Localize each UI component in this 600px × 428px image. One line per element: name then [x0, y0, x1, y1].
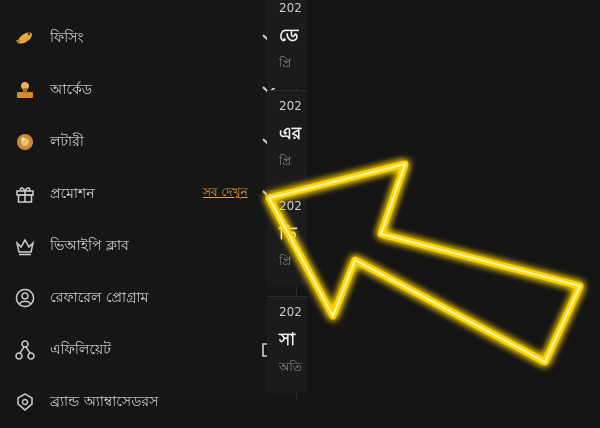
- card-title: ডে: [279, 26, 299, 46]
- card-date: 202: [279, 99, 302, 113]
- sidebar-item-brand-ambassadors[interactable]: ব্র্যান্ড অ্যাম্বাসেডরস: [0, 376, 296, 428]
- sidebar: ফিসিং আর্কেড লটারী প্রমোশন সব দেখুন ভিআই…: [0, 0, 297, 411]
- lottery-ball-icon: [14, 131, 36, 153]
- sidebar-item-referral[interactable]: রেফারেল প্রোগ্রাম: [0, 272, 296, 324]
- news-card[interactable]: 202 সা অতি: [267, 296, 307, 393]
- affiliate-icon: [14, 339, 36, 361]
- sidebar-item-label: রেফারেল প্রোগ্রাম: [50, 290, 149, 306]
- card-subtitle: অতি: [279, 360, 302, 374]
- sidebar-item-label: ফিসিং: [50, 30, 84, 46]
- fish-icon: [14, 27, 36, 49]
- crown-icon: [14, 235, 36, 257]
- card-subtitle: প্রি: [279, 254, 292, 268]
- arcade-icon: [14, 79, 36, 101]
- sidebar-item-label: এফিলিয়েট: [50, 342, 111, 358]
- card-date: 202: [279, 199, 302, 213]
- referral-icon: [14, 287, 36, 309]
- sidebar-item-label: লটারী: [50, 134, 84, 150]
- sidebar-item-label: আর্কেড: [50, 82, 93, 98]
- news-card[interactable]: 202 এর প্রি: [267, 90, 307, 187]
- sidebar-item-label: ভিআইপি ক্লাব: [50, 238, 129, 254]
- card-title: সা: [279, 330, 296, 350]
- see-all-link[interactable]: সব দেখুন: [203, 184, 248, 204]
- news-card[interactable]: 202 ভি প্রি: [267, 190, 307, 287]
- card-date: 202: [279, 1, 302, 15]
- sidebar-item-vip-club[interactable]: ভিআইপি ক্লাব: [0, 220, 296, 272]
- ambassador-icon: [14, 391, 36, 413]
- sidebar-item-lottery[interactable]: লটারী: [0, 116, 296, 168]
- main-content: [297, 0, 600, 400]
- card-subtitle: প্রি: [279, 154, 292, 168]
- news-card[interactable]: 202 ডে প্রি: [267, 0, 307, 88]
- sidebar-item-fishing[interactable]: ফিসিং: [0, 12, 296, 64]
- sidebar-item-affiliate[interactable]: এফিলিয়েট: [0, 324, 296, 376]
- card-title: এর: [279, 124, 302, 144]
- card-date: 202: [279, 305, 302, 319]
- gift-icon: [14, 183, 36, 205]
- sidebar-item-label: ব্র্যান্ড অ্যাম্বাসেডরস: [50, 394, 159, 410]
- sidebar-item-arcade[interactable]: আর্কেড: [0, 64, 296, 116]
- sidebar-item-promotion[interactable]: প্রমোশন সব দেখুন: [0, 168, 296, 220]
- card-title: ভি: [279, 224, 297, 244]
- card-subtitle: প্রি: [279, 56, 292, 70]
- sidebar-item-label: প্রমোশন: [50, 186, 95, 202]
